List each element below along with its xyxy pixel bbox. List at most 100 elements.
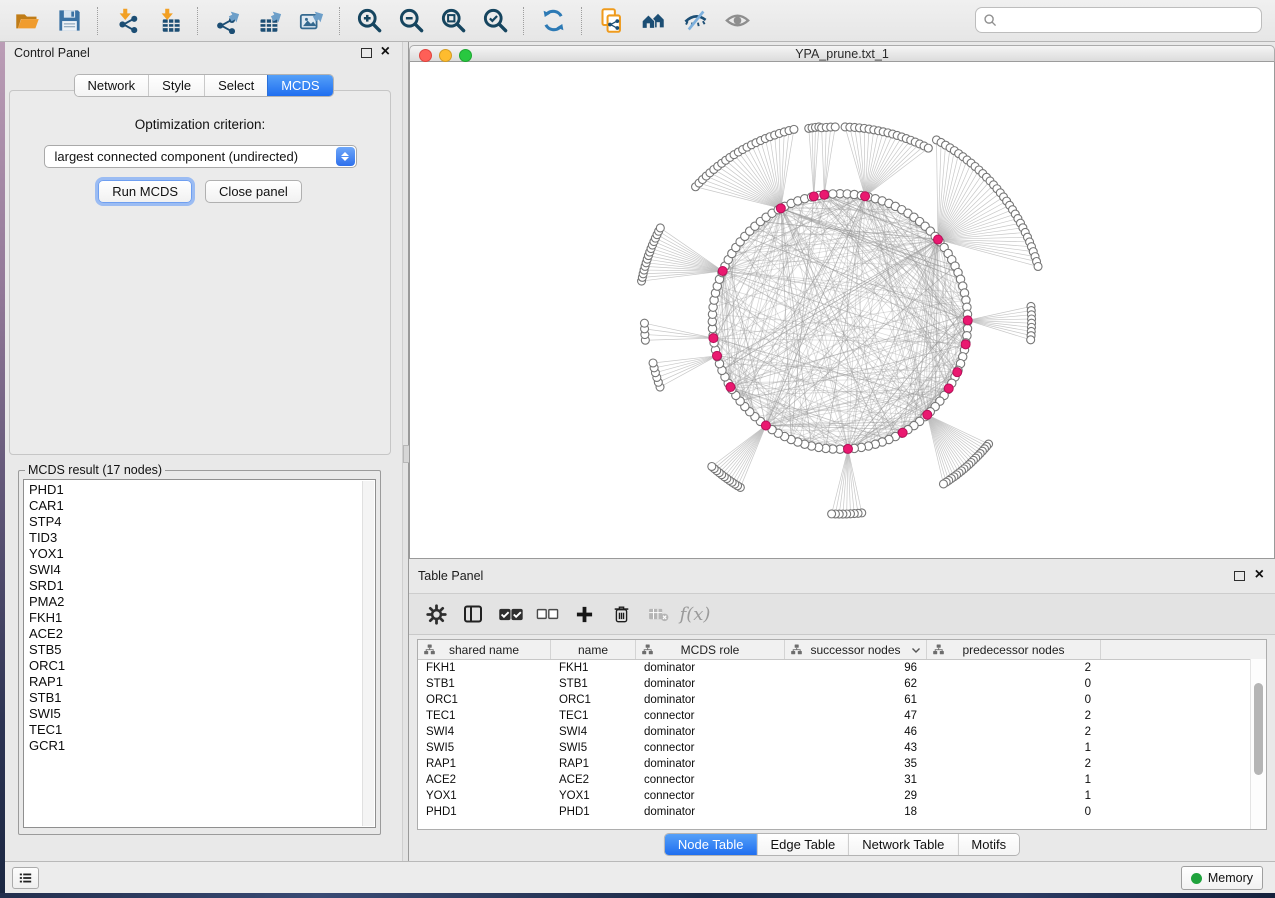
mcds-tab-content: Optimization criterion: largest connecte… <box>9 90 391 455</box>
zoom-out-icon <box>398 7 425 34</box>
import-table-button[interactable] <box>150 4 188 38</box>
add-column-button[interactable] <box>571 599 597 629</box>
export-network-icon <box>214 7 241 34</box>
table-row[interactable]: STB1STB1dominator620 <box>418 676 1266 692</box>
tab-node-table[interactable]: Node Table <box>665 834 757 855</box>
list-scrollbar[interactable] <box>362 481 374 826</box>
table-row[interactable]: TEC1TEC1connector472 <box>418 708 1266 724</box>
column-header-predecessor-nodes[interactable]: predecessor nodes <box>927 640 1101 659</box>
control-panel-header: Control Panel × <box>5 42 402 64</box>
tab-select[interactable]: Select <box>204 75 267 96</box>
delete-column-icon <box>648 607 669 622</box>
show-annotations-button <box>718 4 756 38</box>
zoom-selected-icon <box>482 7 509 34</box>
select-all-button[interactable] <box>497 599 523 629</box>
zoom-fit-button[interactable] <box>434 4 472 38</box>
mcds-node[interactable]: ORC1 <box>29 658 375 674</box>
search-box[interactable] <box>975 7 1262 33</box>
mcds-node[interactable]: YOX1 <box>29 546 375 562</box>
mcds-node[interactable]: SWI4 <box>29 562 375 578</box>
column-header-shared-name[interactable]: shared name <box>418 640 551 659</box>
panel-selector-button[interactable] <box>12 867 39 889</box>
delete-row-icon <box>613 604 630 624</box>
mcds-node[interactable]: GCR1 <box>29 738 375 754</box>
mcds-node[interactable]: PMA2 <box>29 594 375 610</box>
cell-name: PHD1 <box>551 804 636 820</box>
criterion-dropdown[interactable]: largest connected component (undirected) <box>44 145 357 168</box>
column-header-successor-nodes[interactable]: successor nodes <box>785 640 927 659</box>
float-panel-icon[interactable] <box>361 48 372 58</box>
cell-shared-name: PHD1 <box>418 804 551 820</box>
export-image-icon <box>298 7 325 34</box>
mcds-node[interactable]: STB1 <box>29 690 375 706</box>
copy-network-button[interactable] <box>592 4 630 38</box>
mcds-node[interactable]: RAP1 <box>29 674 375 690</box>
mcds-node[interactable]: SWI5 <box>29 706 375 722</box>
mcds-node[interactable]: STP4 <box>29 514 375 530</box>
mcds-node[interactable]: FKH1 <box>29 610 375 626</box>
cell-name: STB1 <box>551 676 636 692</box>
mcds-node[interactable]: TEC1 <box>29 722 375 738</box>
tab-motifs[interactable]: Motifs <box>957 834 1019 855</box>
mcds-node[interactable]: PHD1 <box>29 482 375 498</box>
float-panel-icon[interactable] <box>1234 571 1245 581</box>
tab-style[interactable]: Style <box>148 75 204 96</box>
run-mcds-button[interactable]: Run MCDS <box>98 180 192 203</box>
hide-annotations-button[interactable] <box>676 4 714 38</box>
mcds-node[interactable]: CAR1 <box>29 498 375 514</box>
table-row[interactable]: ORC1ORC1dominator610 <box>418 692 1266 708</box>
tab-mcds[interactable]: MCDS <box>267 75 332 96</box>
zoom-selected-button[interactable] <box>476 4 514 38</box>
export-network-button[interactable] <box>208 4 246 38</box>
settings-button[interactable] <box>423 599 449 629</box>
mcds-node[interactable]: SRD1 <box>29 578 375 594</box>
refresh-button[interactable] <box>534 4 572 38</box>
import-network-button[interactable] <box>108 4 146 38</box>
toolbar-separator <box>197 7 199 35</box>
deselect-all-button[interactable] <box>534 599 560 629</box>
table-row[interactable]: YOX1YOX1connector291 <box>418 788 1266 804</box>
memory-button[interactable]: Memory <box>1181 866 1263 890</box>
toolbar-separator <box>523 7 525 35</box>
search-input[interactable] <box>998 9 1261 31</box>
network-window-titlebar[interactable]: YPA_prune.txt_1 <box>409 45 1275 62</box>
table-row[interactable]: FKH1FKH1dominator962 <box>418 660 1266 676</box>
mcds-node[interactable]: TID3 <box>29 530 375 546</box>
zoom-out-button[interactable] <box>392 4 430 38</box>
close-panel-button[interactable]: Close panel <box>205 180 302 203</box>
table-row[interactable]: RAP1RAP1dominator352 <box>418 756 1266 772</box>
home-button[interactable] <box>634 4 672 38</box>
panel-view-button[interactable] <box>460 599 486 629</box>
column-header-name[interactable]: name <box>551 640 636 659</box>
scrollbar-thumb[interactable] <box>1254 683 1263 775</box>
close-panel-icon[interactable]: × <box>1255 566 1264 584</box>
network-graph[interactable] <box>410 62 1274 558</box>
export-image-button[interactable] <box>292 4 330 38</box>
table-row[interactable]: SWI5SWI5connector431 <box>418 740 1266 756</box>
column-header-MCDS-role[interactable]: MCDS role <box>636 640 785 659</box>
close-panel-icon[interactable]: × <box>381 43 390 61</box>
panel-splitter[interactable] <box>402 42 409 861</box>
mcds-node[interactable]: ACE2 <box>29 626 375 642</box>
table-row[interactable]: ACE2ACE2connector311 <box>418 772 1266 788</box>
table-scrollbar[interactable] <box>1250 659 1266 829</box>
column-label: predecessor nodes <box>962 643 1064 657</box>
save-button[interactable] <box>50 4 88 38</box>
node-table: shared namenameMCDS rolesuccessor nodes p… <box>417 639 1267 830</box>
export-table-button[interactable] <box>250 4 288 38</box>
open-button[interactable] <box>8 4 46 38</box>
zoom-in-button[interactable] <box>350 4 388 38</box>
tab-edge-table[interactable]: Edge Table <box>756 834 848 855</box>
zoom-in-icon <box>356 7 383 34</box>
mcds-result-list[interactable]: PHD1CAR1STP4TID3YOX1SWI4SRD1PMA2FKH1ACE2… <box>23 479 376 828</box>
panel-view-icon <box>463 605 483 623</box>
mcds-node[interactable]: STB5 <box>29 642 375 658</box>
network-title: YPA_prune.txt_1 <box>410 47 1274 61</box>
cell-name: SWI4 <box>551 724 636 740</box>
table-row[interactable]: PHD1PHD1dominator180 <box>418 804 1266 820</box>
network-canvas[interactable] <box>409 62 1275 559</box>
table-row[interactable]: SWI4SWI4dominator462 <box>418 724 1266 740</box>
tab-network-table[interactable]: Network Table <box>848 834 957 855</box>
delete-row-button[interactable] <box>608 599 634 629</box>
tab-network[interactable]: Network <box>74 75 148 96</box>
